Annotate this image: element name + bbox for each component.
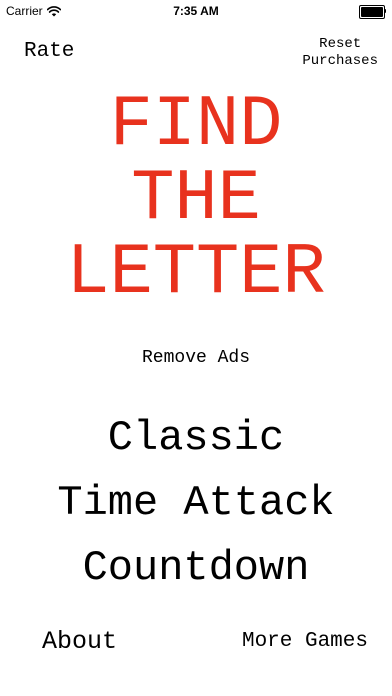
status-bar: Carrier 7:35 AM <box>0 0 392 22</box>
countdown-mode-button[interactable]: Countdown <box>0 543 392 593</box>
more-games-button[interactable]: More Games <box>242 630 368 653</box>
reset-purchases-button[interactable]: Reset Purchases <box>302 36 378 70</box>
classic-mode-button[interactable]: Classic <box>0 413 392 463</box>
game-title: FIND THE LETTER <box>0 88 392 310</box>
battery-full-icon <box>359 5 386 19</box>
title-line-1: FIND <box>109 84 283 166</box>
title-line-3: LETTER <box>66 232 326 314</box>
status-time: 7:35 AM <box>173 4 219 18</box>
rate-button[interactable]: Rate <box>24 40 74 63</box>
remove-ads-button[interactable]: Remove Ads <box>0 348 392 368</box>
title-line-2: THE <box>131 158 261 240</box>
time-attack-mode-button[interactable]: Time Attack <box>0 478 392 528</box>
about-button[interactable]: About <box>42 627 117 656</box>
